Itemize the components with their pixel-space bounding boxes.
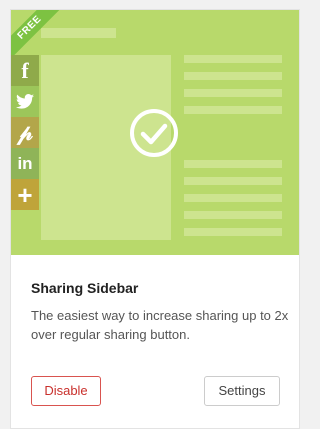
twitter-icon <box>11 86 39 117</box>
plugin-card: FREE f 𝓅 in + Sharing Sidebar The easies… <box>10 9 300 429</box>
facebook-icon: f <box>11 55 39 86</box>
mock-line <box>184 72 282 80</box>
mock-line <box>184 89 282 97</box>
mock-line <box>184 106 282 114</box>
settings-button[interactable]: Settings <box>204 376 280 406</box>
plugin-preview: FREE f 𝓅 in + <box>11 10 299 255</box>
share-sidebar: f 𝓅 in + <box>11 55 39 210</box>
mock-line <box>184 194 282 202</box>
disable-button[interactable]: Disable <box>31 376 101 406</box>
pinterest-icon: 𝓅 <box>11 117 39 148</box>
plugin-title: Sharing Sidebar <box>31 280 139 296</box>
plus-icon: + <box>11 179 39 210</box>
plugin-description: The easiest way to increase sharing up t… <box>31 308 289 342</box>
mock-line <box>184 177 282 185</box>
mock-line <box>184 211 282 219</box>
mock-line <box>184 160 282 168</box>
mock-line <box>184 55 282 63</box>
mock-line <box>184 228 282 236</box>
linkedin-icon: in <box>11 148 39 179</box>
checkmark-circle-icon <box>130 109 178 157</box>
